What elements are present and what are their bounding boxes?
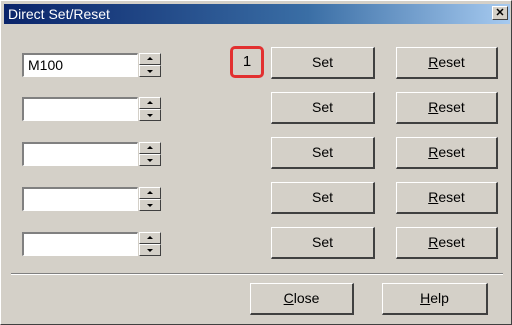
device-spinner-1[interactable] xyxy=(139,53,161,77)
arrow-down-icon xyxy=(147,249,153,252)
arrow-up-icon xyxy=(147,236,153,239)
device-input-2[interactable] xyxy=(22,97,138,121)
arrow-down-icon xyxy=(147,204,153,207)
arrow-up-icon xyxy=(147,191,153,194)
reset-label-rest: eset xyxy=(438,144,465,160)
callout-badge: 1 xyxy=(230,46,264,78)
spin-down-button[interactable] xyxy=(139,154,161,166)
device-spinner-4[interactable] xyxy=(139,187,161,211)
device-input-5[interactable] xyxy=(22,232,138,256)
reset-button-3[interactable]: Reset xyxy=(396,137,498,169)
reset-mnemonic: R xyxy=(428,54,439,70)
spin-down-button[interactable] xyxy=(139,199,161,211)
close-label-rest: lose xyxy=(293,290,320,306)
device-input-3[interactable] xyxy=(22,142,138,166)
help-button[interactable]: Help xyxy=(382,283,488,315)
reset-label-rest: eset xyxy=(438,234,465,250)
arrow-down-icon xyxy=(147,114,153,117)
device-input-1[interactable]: M100 xyxy=(22,53,138,77)
reset-button-2[interactable]: Reset xyxy=(396,92,498,124)
arrow-up-icon xyxy=(147,57,153,60)
reset-button-1[interactable]: Reset xyxy=(396,47,498,79)
close-window-button[interactable]: ✕ xyxy=(492,6,508,20)
reset-mnemonic: R xyxy=(428,189,439,205)
spin-up-button[interactable] xyxy=(139,53,161,65)
device-spinner-3[interactable] xyxy=(139,142,161,166)
set-button-2[interactable]: Set xyxy=(271,92,375,124)
close-icon: ✕ xyxy=(495,7,505,19)
reset-mnemonic: R xyxy=(428,144,439,160)
help-label-rest: elp xyxy=(430,290,449,306)
reset-button-5[interactable]: Reset xyxy=(396,227,498,259)
reset-label-rest: eset xyxy=(438,189,465,205)
device-input-4[interactable] xyxy=(22,187,138,211)
spin-up-button[interactable] xyxy=(139,97,161,109)
separator xyxy=(11,273,503,275)
spin-down-button[interactable] xyxy=(139,109,161,121)
arrow-up-icon xyxy=(147,101,153,104)
reset-mnemonic: R xyxy=(428,234,439,250)
close-button[interactable]: Close xyxy=(250,283,354,315)
set-button-4[interactable]: Set xyxy=(271,182,375,214)
help-mnemonic: H xyxy=(420,290,431,306)
set-button-3[interactable]: Set xyxy=(271,137,375,169)
device-spinner-5[interactable] xyxy=(139,232,161,256)
set-button-1[interactable]: Set xyxy=(271,47,375,79)
spin-up-button[interactable] xyxy=(139,142,161,154)
spin-up-button[interactable] xyxy=(139,232,161,244)
arrow-up-icon xyxy=(147,146,153,149)
device-spinner-2[interactable] xyxy=(139,97,161,121)
reset-label-rest: eset xyxy=(438,54,465,70)
window-title: Direct Set/Reset xyxy=(8,6,110,22)
arrow-down-icon xyxy=(147,159,153,162)
spin-down-button[interactable] xyxy=(139,244,161,256)
spin-up-button[interactable] xyxy=(139,187,161,199)
reset-button-4[interactable]: Reset xyxy=(396,182,498,214)
reset-mnemonic: R xyxy=(428,99,439,115)
arrow-down-icon xyxy=(147,70,153,73)
close-mnemonic: C xyxy=(283,290,294,306)
title-bar[interactable]: Direct Set/Reset ✕ xyxy=(4,4,510,24)
reset-label-rest: eset xyxy=(438,99,465,115)
direct-set-reset-dialog: Direct Set/Reset ✕ M100 1 Set Reset Set … xyxy=(0,0,512,325)
spin-down-button[interactable] xyxy=(139,65,161,77)
set-button-5[interactable]: Set xyxy=(271,227,375,259)
